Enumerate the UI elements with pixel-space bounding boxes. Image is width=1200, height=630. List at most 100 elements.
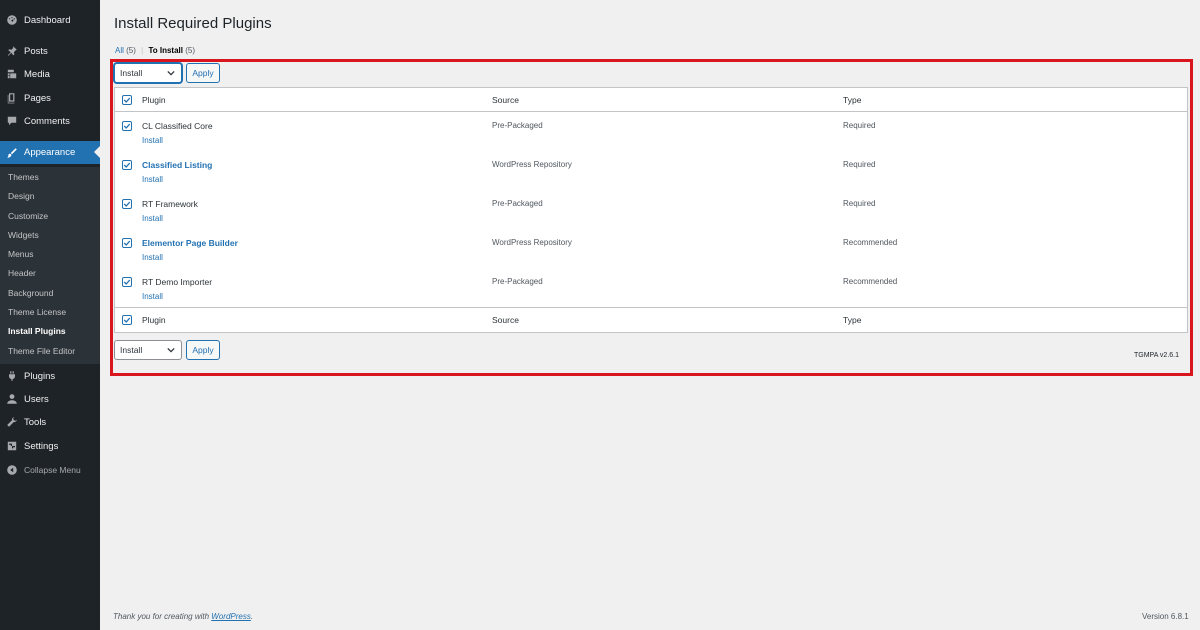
menu-label: Appearance xyxy=(24,147,76,158)
table-row: RT Framework Install Pre-Packaged Requir… xyxy=(115,191,1187,230)
plugin-type: Recommended xyxy=(843,238,898,247)
submenu-item-themes[interactable]: Themes xyxy=(8,170,39,184)
menu-item-comments[interactable]: Comments xyxy=(0,110,100,132)
row-checkbox[interactable] xyxy=(122,160,132,170)
menu-label: Comments xyxy=(24,115,70,127)
checkmark-icon xyxy=(123,279,131,285)
submenu-item-header[interactable]: Header xyxy=(8,266,36,280)
menu-item-users[interactable]: Users xyxy=(0,388,100,410)
install-link[interactable]: Install xyxy=(142,214,163,223)
bulk-action-selected: Install xyxy=(120,68,143,78)
menu-item-posts[interactable]: Posts xyxy=(0,40,100,62)
column-header-source[interactable]: Source xyxy=(492,95,519,105)
menu-label: Media xyxy=(24,68,50,80)
column-footer-source[interactable]: Source xyxy=(492,315,519,325)
filter-to-install-link[interactable]: To Install xyxy=(148,46,183,55)
install-link[interactable]: Install xyxy=(142,175,163,184)
menu-label: Posts xyxy=(24,45,48,57)
row-checkbox[interactable] xyxy=(122,238,132,248)
apply-button-bottom[interactable]: Apply xyxy=(186,340,220,360)
row-checkbox[interactable] xyxy=(122,121,132,131)
collapse-menu-button[interactable]: Collapse Menu xyxy=(0,459,100,481)
table-row: CL Classified Core Install Pre-Packaged … xyxy=(115,113,1187,152)
plugin-name-link[interactable]: Classified Listing xyxy=(142,160,212,170)
plugin-source: WordPress Repository xyxy=(492,238,572,247)
plugin-source: Pre-Packaged xyxy=(492,199,543,208)
brush-icon xyxy=(5,146,19,160)
dashboard-icon xyxy=(5,13,19,27)
plugin-type: Recommended xyxy=(843,277,898,286)
install-link[interactable]: Install xyxy=(142,136,163,145)
column-header-plugin[interactable]: Plugin xyxy=(142,95,166,105)
footer-version: Version 6.8.1 xyxy=(1142,612,1189,621)
footer-thanks-text: Thank you for creating with xyxy=(113,612,210,621)
plugin-source: Pre-Packaged xyxy=(492,121,543,130)
filter-all-count: (5) xyxy=(126,46,136,55)
menu-item-media[interactable]: Media xyxy=(0,63,100,85)
checkmark-icon xyxy=(123,97,131,103)
plugin-type: Required xyxy=(843,160,876,169)
wordpress-link[interactable]: WordPress xyxy=(211,612,251,621)
submenu-item-customize[interactable]: Customize xyxy=(8,209,48,223)
table-row: Classified Listing Install WordPress Rep… xyxy=(115,152,1187,191)
menu-item-dashboard[interactable]: Dashboard xyxy=(0,9,100,31)
bulk-action-select-bottom[interactable]: Install xyxy=(114,340,182,360)
menu-item-tools[interactable]: Tools xyxy=(0,411,100,433)
menu-label: Settings xyxy=(24,440,59,452)
filter-to-install-count: (5) xyxy=(185,46,195,55)
footer-thanks: Thank you for creating with WordPress. xyxy=(113,612,253,621)
plugin-icon xyxy=(5,369,19,383)
plugin-type: Required xyxy=(843,121,876,130)
submenu-item-install-plugins[interactable]: Install Plugins xyxy=(8,324,66,338)
checkmark-icon xyxy=(123,201,131,207)
table-row: Elementor Page Builder Install WordPress… xyxy=(115,230,1187,269)
select-all-checkbox[interactable] xyxy=(122,95,132,105)
plugins-table: Plugin Source Type CL Classified Core In… xyxy=(114,87,1188,333)
plugin-name: CL Classified Core xyxy=(142,121,213,131)
checkmark-icon xyxy=(123,123,131,129)
users-icon xyxy=(5,392,19,406)
menu-item-settings[interactable]: Settings xyxy=(0,435,100,457)
row-checkbox[interactable] xyxy=(122,277,132,287)
apply-button-top[interactable]: Apply xyxy=(186,63,220,83)
table-header: Plugin Source Type xyxy=(115,88,1187,112)
submenu-item-design[interactable]: Design xyxy=(8,189,34,203)
submenu-item-background[interactable]: Background xyxy=(8,286,53,300)
submenu-item-widgets[interactable]: Widgets xyxy=(8,228,39,242)
footer-thanks-suffix: . xyxy=(250,612,254,621)
bulk-action-select-top[interactable]: Install xyxy=(114,63,182,83)
install-link[interactable]: Install xyxy=(142,253,163,262)
menu-item-appearance[interactable]: Appearance xyxy=(0,141,100,164)
menu-item-plugins[interactable]: Plugins xyxy=(0,365,100,387)
chevron-down-icon xyxy=(167,347,175,353)
row-checkbox[interactable] xyxy=(122,199,132,209)
column-footer-plugin[interactable]: Plugin xyxy=(142,315,166,325)
plugin-name: RT Demo Importer xyxy=(142,277,213,287)
collapse-icon xyxy=(5,463,19,477)
submenu-item-menus[interactable]: Menus xyxy=(8,247,34,261)
column-header-type[interactable]: Type xyxy=(843,95,861,105)
column-footer-type[interactable]: Type xyxy=(843,315,861,325)
settings-icon xyxy=(5,439,19,453)
plugin-name: RT Framework xyxy=(142,199,198,209)
plugin-name-link[interactable]: Elementor Page Builder xyxy=(142,238,238,248)
checkmark-icon xyxy=(123,240,131,246)
submenu-item-theme-file-editor[interactable]: Theme File Editor xyxy=(8,344,75,358)
appearance-submenu: Themes Design Customize Widgets Menus He… xyxy=(0,167,100,364)
menu-item-pages[interactable]: Pages xyxy=(0,87,100,109)
plugin-source: WordPress Repository xyxy=(492,160,572,169)
plugin-source: Pre-Packaged xyxy=(492,277,543,286)
menu-label: Tools xyxy=(24,416,47,428)
install-link[interactable]: Install xyxy=(142,292,163,301)
menu-label: Pages xyxy=(24,92,51,104)
select-all-checkbox[interactable] xyxy=(122,315,132,325)
admin-sidebar: Dashboard Posts Media Pages Comments App… xyxy=(0,0,100,630)
submenu-item-theme-license[interactable]: Theme License xyxy=(8,305,66,319)
filter-all-link[interactable]: All xyxy=(115,46,124,55)
status-filter-links: All (5) | To Install (5) xyxy=(115,46,195,55)
table-row: RT Demo Importer Install Pre-Packaged Re… xyxy=(115,269,1187,308)
filter-separator: | xyxy=(141,46,144,55)
bulk-action-selected: Install xyxy=(120,345,143,355)
plugin-type: Required xyxy=(843,199,876,208)
chevron-down-icon xyxy=(167,70,175,76)
